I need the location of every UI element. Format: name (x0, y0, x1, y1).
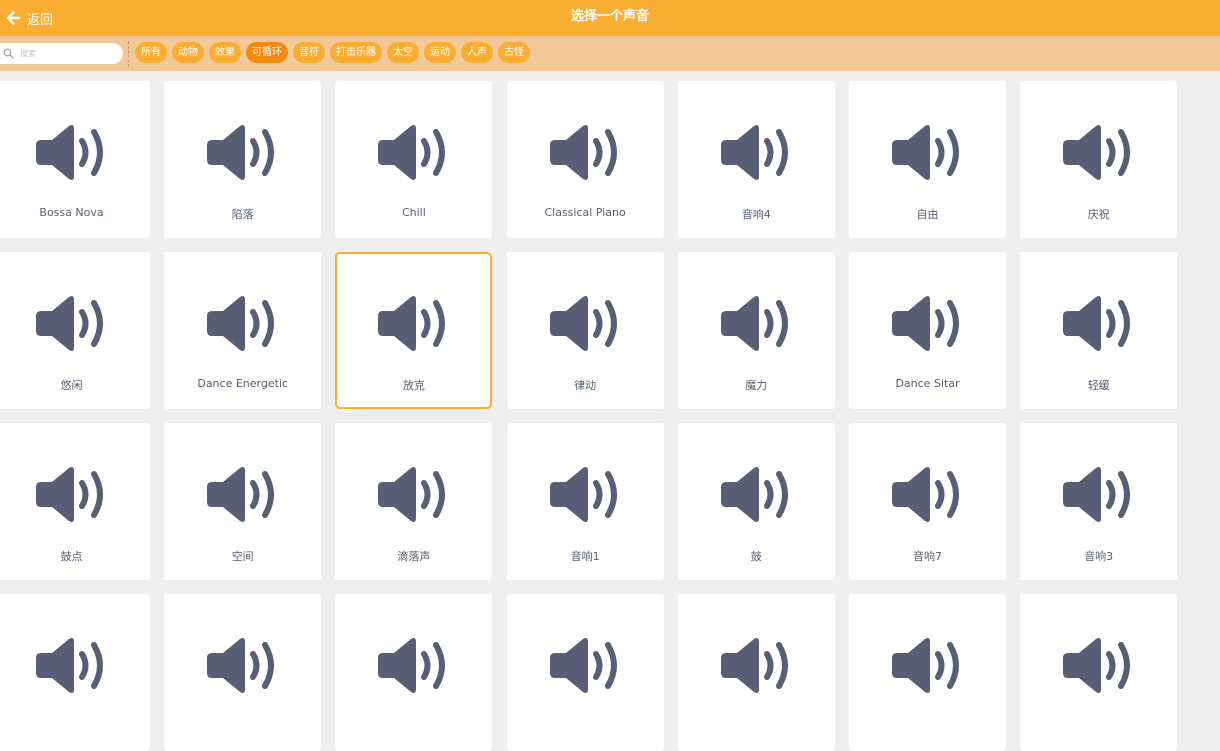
speaker-icon (1063, 638, 1131, 693)
speaker-icon (207, 467, 275, 522)
sound-name: 悠闲 (60, 379, 83, 392)
sound-card[interactable] (164, 594, 322, 751)
sound-card[interactable] (0, 594, 150, 751)
tag-button[interactable]: 可循环 (246, 42, 288, 63)
tag-button[interactable]: 打击乐器 (330, 42, 382, 63)
sound-name: 滴落声 (397, 550, 431, 563)
tag-button[interactable]: 古怪 (498, 42, 530, 63)
tag-button[interactable]: 音符 (293, 42, 325, 63)
speaker-icon (36, 125, 103, 180)
header-bar: 返回 选择一个声音 (0, 0, 1220, 36)
sound-card[interactable]: 音响3 (1020, 423, 1178, 580)
page-title: 选择一个声音 (570, 9, 649, 24)
sound-card[interactable] (506, 594, 664, 751)
divider (128, 41, 129, 67)
sound-card[interactable]: 庆祝 (1020, 81, 1178, 238)
tag-button[interactable]: 运动 (424, 42, 456, 63)
speaker-icon (36, 467, 103, 522)
sound-card[interactable]: Classical Piano (506, 81, 664, 238)
sound-card[interactable]: 音响7 (849, 423, 1006, 580)
sound-name: 音响3 (1084, 550, 1114, 563)
speaker-icon (1063, 296, 1131, 351)
speaker-icon (378, 125, 446, 180)
search-input[interactable] (20, 45, 115, 61)
tag-button[interactable]: 所有 (135, 42, 167, 63)
sound-name: 放克 (402, 379, 425, 392)
sound-card[interactable]: 音响1 (506, 423, 664, 580)
speaker-icon (892, 125, 959, 180)
sound-card[interactable]: 鼓 (677, 423, 835, 580)
sound-name: 音响7 (913, 550, 942, 563)
sound-card[interactable]: 放克 (335, 252, 493, 409)
sound-name: 音响1 (570, 550, 600, 563)
speaker-icon (720, 638, 788, 693)
speaker-icon (207, 638, 275, 693)
sound-name: 自由 (916, 208, 939, 221)
sound-card[interactable]: 律动 (506, 252, 664, 409)
sound-name: 庆祝 (1087, 208, 1110, 221)
sound-card[interactable]: 滴落声 (335, 423, 493, 580)
sound-card[interactable]: 音响4 (677, 81, 835, 238)
sound-name: 鼓 (750, 550, 762, 563)
speaker-icon (892, 296, 959, 351)
speaker-icon (378, 638, 446, 693)
speaker-icon (549, 638, 617, 693)
sound-card[interactable]: Dance Sitar (849, 252, 1006, 409)
speaker-icon (892, 638, 959, 693)
sound-card[interactable]: Chill (335, 81, 493, 238)
speaker-icon (720, 125, 788, 180)
speaker-icon (1063, 125, 1131, 180)
sound-card[interactable] (849, 594, 1006, 751)
sound-card[interactable]: 陷落 (164, 81, 322, 238)
speaker-icon (892, 467, 959, 522)
sound-name: 陷落 (231, 208, 254, 221)
sound-name: Dance Energetic (197, 377, 289, 390)
speaker-icon (378, 467, 446, 522)
tag-button[interactable]: 动物 (172, 42, 204, 63)
sound-card[interactable]: Bossa Nova (0, 81, 150, 238)
sound-card[interactable] (335, 594, 493, 751)
tag-button[interactable]: 太空 (387, 42, 419, 63)
sound-name: Dance Sitar (895, 377, 960, 390)
sound-card[interactable]: Dance Energetic (164, 252, 322, 409)
speaker-icon (378, 296, 446, 351)
speaker-icon (549, 125, 617, 180)
sound-card[interactable]: 鼓点 (0, 423, 150, 580)
speaker-icon (1063, 467, 1131, 522)
sound-name: 空间 (231, 550, 254, 563)
speaker-icon (207, 125, 275, 180)
sound-card[interactable] (677, 594, 835, 751)
speaker-icon (549, 296, 617, 351)
speaker-icon (36, 638, 103, 693)
sound-card[interactable]: 空间 (164, 423, 322, 580)
sound-name: 音响4 (741, 208, 771, 221)
speaker-icon (207, 296, 275, 351)
sound-name: Classical Piano (544, 206, 626, 219)
speaker-icon (720, 467, 788, 522)
sound-card[interactable]: 魔力 (677, 252, 835, 409)
search-box[interactable] (0, 43, 123, 64)
sound-name: 轻缓 (1087, 379, 1110, 392)
speaker-icon (36, 296, 103, 351)
tag-button[interactable]: 效果 (209, 42, 241, 63)
speaker-icon (720, 296, 788, 351)
sound-card[interactable]: 轻缓 (1020, 252, 1178, 409)
tag-list: 所有 动物 效果 可循环 音符 打击乐器 太空 运动 人声 古怪 (135, 42, 530, 63)
sound-card[interactable]: 悠闲 (0, 252, 150, 409)
sound-card[interactable] (1020, 594, 1178, 751)
sound-name: Bossa Nova (39, 206, 104, 219)
sound-name: Chill (401, 206, 426, 219)
sound-name: 律动 (574, 379, 597, 392)
sound-name: 鼓点 (60, 550, 83, 563)
tag-button[interactable]: 人声 (461, 42, 493, 63)
speaker-icon (549, 467, 617, 522)
sound-card[interactable]: 自由 (849, 81, 1006, 238)
search-icon (3, 48, 14, 59)
sound-name: 魔力 (745, 379, 768, 392)
